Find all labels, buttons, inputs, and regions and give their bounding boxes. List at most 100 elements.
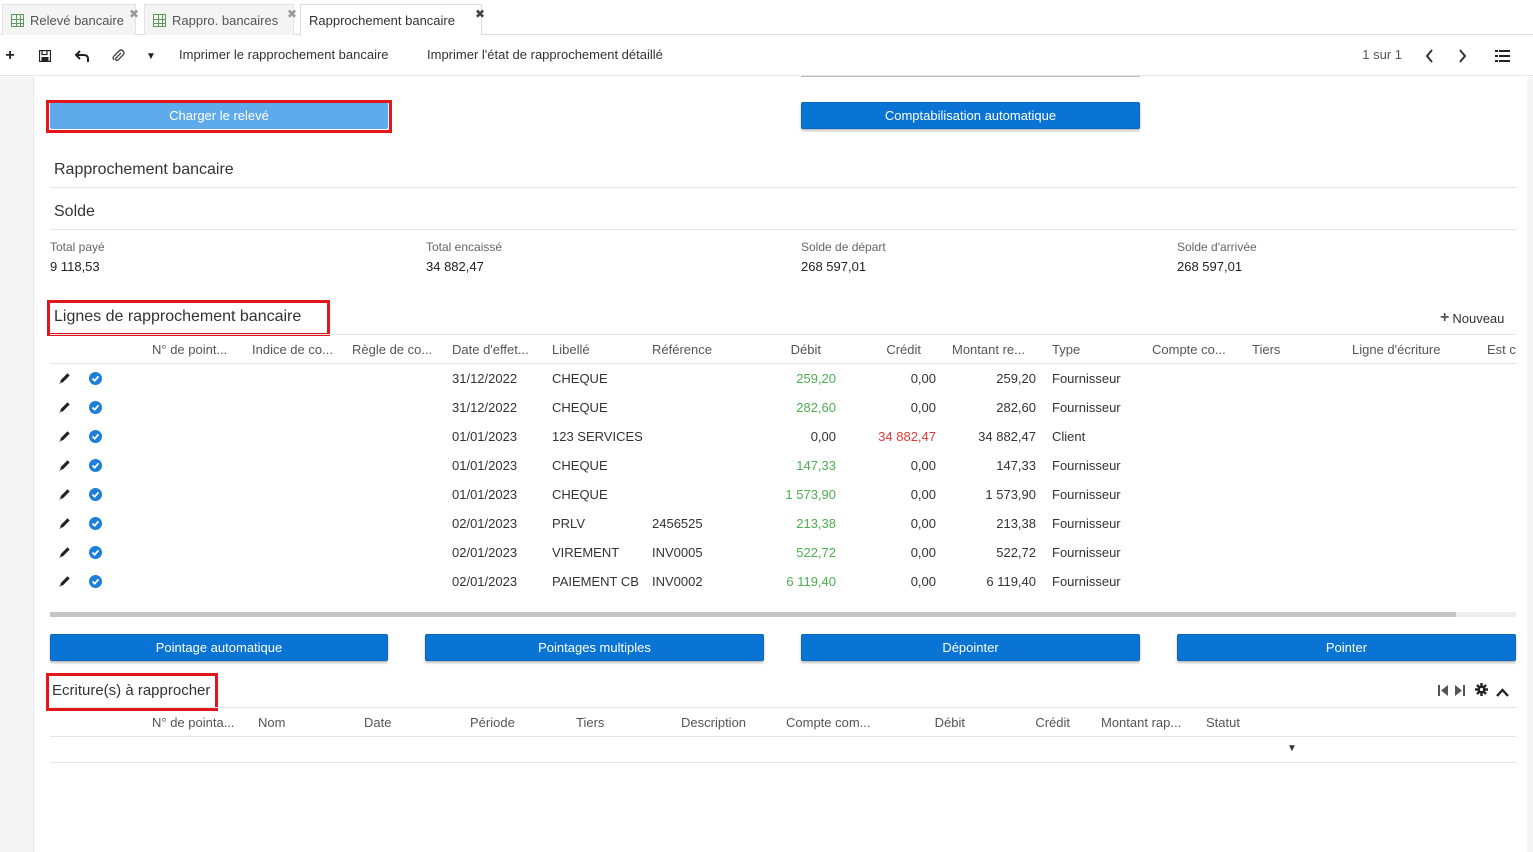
col-credit[interactable]: Crédit	[852, 342, 921, 357]
cell-date: 01/01/2023	[452, 458, 518, 473]
list-view-icon[interactable]	[1492, 46, 1512, 66]
col-type[interactable]: Type	[1052, 342, 1144, 357]
table-row[interactable]: 01/01/2023 CHEQUE 1 573,90 0,00 1 573,90 Four…	[0, 487, 1533, 507]
edit-icon[interactable]	[58, 517, 72, 531]
cell-type: Fournisseur	[1052, 487, 1121, 502]
cell-type: Fournisseur	[1052, 516, 1121, 531]
cell-credit: 0,00	[910, 516, 936, 531]
col-date[interactable]: Date	[364, 715, 456, 730]
col-index[interactable]: Indice de co...	[252, 342, 344, 357]
check-circle-icon[interactable]	[89, 372, 102, 385]
cell-label: 123 SERVICES	[552, 429, 643, 444]
edit-icon[interactable]	[58, 459, 72, 473]
chevron-right-icon[interactable]	[1452, 46, 1472, 66]
col-label[interactable]: Libellé	[552, 342, 644, 357]
cell-type: Fournisseur	[1052, 545, 1121, 560]
highlight-box	[46, 100, 392, 133]
last-page-icon[interactable]	[1455, 684, 1465, 699]
cell-debit: 259,20	[796, 371, 836, 386]
check-circle-icon[interactable]	[89, 517, 102, 530]
table-row[interactable]: 02/01/2023 PRLV 2456525 213,38 0,00 213,38 Fou…	[0, 516, 1533, 536]
check-circle-icon[interactable]	[89, 546, 102, 559]
col-matching-number[interactable]: N° de point...	[152, 342, 244, 357]
check-circle-icon[interactable]	[89, 488, 102, 501]
col-name[interactable]: Nom	[258, 715, 350, 730]
table-row[interactable]: 02/01/2023 PAIEMENT CB INV0002 6 119,40 0,00…	[0, 574, 1533, 594]
undo-icon[interactable]	[72, 46, 92, 66]
multiple-matching-button[interactable]: Pointages multiples	[425, 634, 764, 661]
col-credit[interactable]: Crédit	[998, 715, 1070, 730]
col-move-line[interactable]: Ligne d'écriture	[1352, 342, 1472, 357]
col-account[interactable]: Compte co...	[1152, 342, 1244, 357]
auto-matching-button[interactable]: Pointage automatique	[50, 634, 388, 661]
check-circle-icon[interactable]	[89, 430, 102, 443]
col-amount[interactable]: Montant re...	[952, 342, 1032, 357]
edit-icon[interactable]	[58, 575, 72, 589]
table-row[interactable]: 31/12/2022 CHEQUE 282,60 0,00 282,60 Fourniss…	[0, 400, 1533, 420]
collapse-icon[interactable]	[1496, 685, 1509, 700]
cell-amount: 34 882,47	[978, 429, 1036, 444]
attachment-icon[interactable]	[108, 46, 128, 66]
save-icon[interactable]	[35, 46, 55, 66]
total-received-label: Total encaissé	[426, 240, 503, 254]
edit-icon[interactable]	[58, 372, 72, 386]
table-row[interactable]: 01/01/2023 123 SERVICES 0,00 34 882,47 34 88…	[0, 429, 1533, 449]
col-rule[interactable]: Règle de co...	[352, 342, 444, 357]
new-line-button[interactable]: + Nouveau	[1440, 309, 1504, 327]
check-circle-icon[interactable]	[89, 459, 102, 472]
cell-credit: 0,00	[910, 574, 936, 589]
edit-icon[interactable]	[58, 546, 72, 560]
print-detailed-button[interactable]: Imprimer l'état de rapprochement détaill…	[427, 47, 663, 62]
col-account[interactable]: Compte com...	[786, 715, 878, 730]
toolbar: + ▼ Imprimer le rapprochement bancaire I…	[0, 36, 1533, 76]
col-effective-date[interactable]: Date d'effet...	[452, 342, 544, 357]
divider	[50, 229, 1516, 230]
edit-icon[interactable]	[58, 401, 72, 415]
col-debit[interactable]: Débit	[892, 715, 965, 730]
table-row[interactable]: 01/01/2023 CHEQUE 147,33 0,00 147,33 Fourniss…	[0, 458, 1533, 478]
caret-down-icon[interactable]: ▼	[141, 46, 161, 66]
cell-label: PAIEMENT CB	[552, 574, 639, 589]
cell-debit: 213,38	[796, 516, 836, 531]
col-matching-number[interactable]: N° de pointa...	[152, 715, 244, 730]
col-description[interactable]: Description	[681, 715, 773, 730]
check-circle-icon[interactable]	[89, 401, 102, 414]
unmatch-button[interactable]: Dépointer	[801, 634, 1140, 661]
gear-icon[interactable]	[1475, 683, 1488, 699]
caret-down-icon[interactable]: ▼	[1287, 743, 1297, 754]
col-status[interactable]: Statut	[1206, 715, 1298, 730]
auto-accounting-button[interactable]: Comptabilisation automatique	[801, 102, 1140, 129]
cell-type: Fournisseur	[1052, 574, 1121, 589]
scrollbar-thumb[interactable]	[50, 612, 1456, 617]
col-matched-amount[interactable]: Montant rap...	[1101, 715, 1193, 730]
check-circle-icon[interactable]	[89, 575, 102, 588]
col-partner[interactable]: Tiers	[576, 715, 668, 730]
horizontal-scrollbar[interactable]	[50, 612, 1516, 617]
table-row[interactable]: 02/01/2023 VIREMENT INV0005 522,72 0,00 522,7…	[0, 545, 1533, 565]
edit-icon[interactable]	[58, 488, 72, 502]
close-icon[interactable]: ✖	[287, 7, 297, 21]
tab-bank-reconciliations[interactable]: Rappro. bancaires ✖	[144, 4, 297, 35]
chevron-left-icon[interactable]	[1419, 46, 1439, 66]
close-icon[interactable]: ✖	[129, 7, 139, 21]
print-reconciliation-button[interactable]: Imprimer le rapprochement bancaire	[179, 47, 389, 62]
tab-bank-reconciliation[interactable]: Rapprochement bancaire ✖	[300, 4, 485, 36]
add-icon[interactable]: +	[0, 46, 20, 66]
col-period[interactable]: Période	[470, 715, 562, 730]
spreadsheet-icon	[153, 13, 166, 27]
first-page-icon[interactable]	[1438, 684, 1448, 699]
tab-bank-statement[interactable]: Relevé bancaire ✖	[2, 4, 139, 35]
edit-icon[interactable]	[58, 430, 72, 444]
cell-amount: 1 573,90	[985, 487, 1036, 502]
close-icon[interactable]: ✖	[475, 7, 485, 21]
divider	[50, 187, 1516, 188]
col-partner[interactable]: Tiers	[1252, 342, 1344, 357]
match-button[interactable]: Pointer	[1177, 634, 1516, 661]
col-reference[interactable]: Référence	[652, 342, 744, 357]
table-row[interactable]: 31/12/2022 CHEQUE 259,20 0,00 259,20 Fourniss…	[0, 371, 1533, 391]
cell-debit: 522,72	[796, 545, 836, 560]
col-debit[interactable]: Débit	[752, 342, 821, 357]
field-underline	[801, 76, 1140, 77]
divider	[50, 334, 1516, 335]
col-is-accounted[interactable]: Est co	[1487, 342, 1516, 357]
